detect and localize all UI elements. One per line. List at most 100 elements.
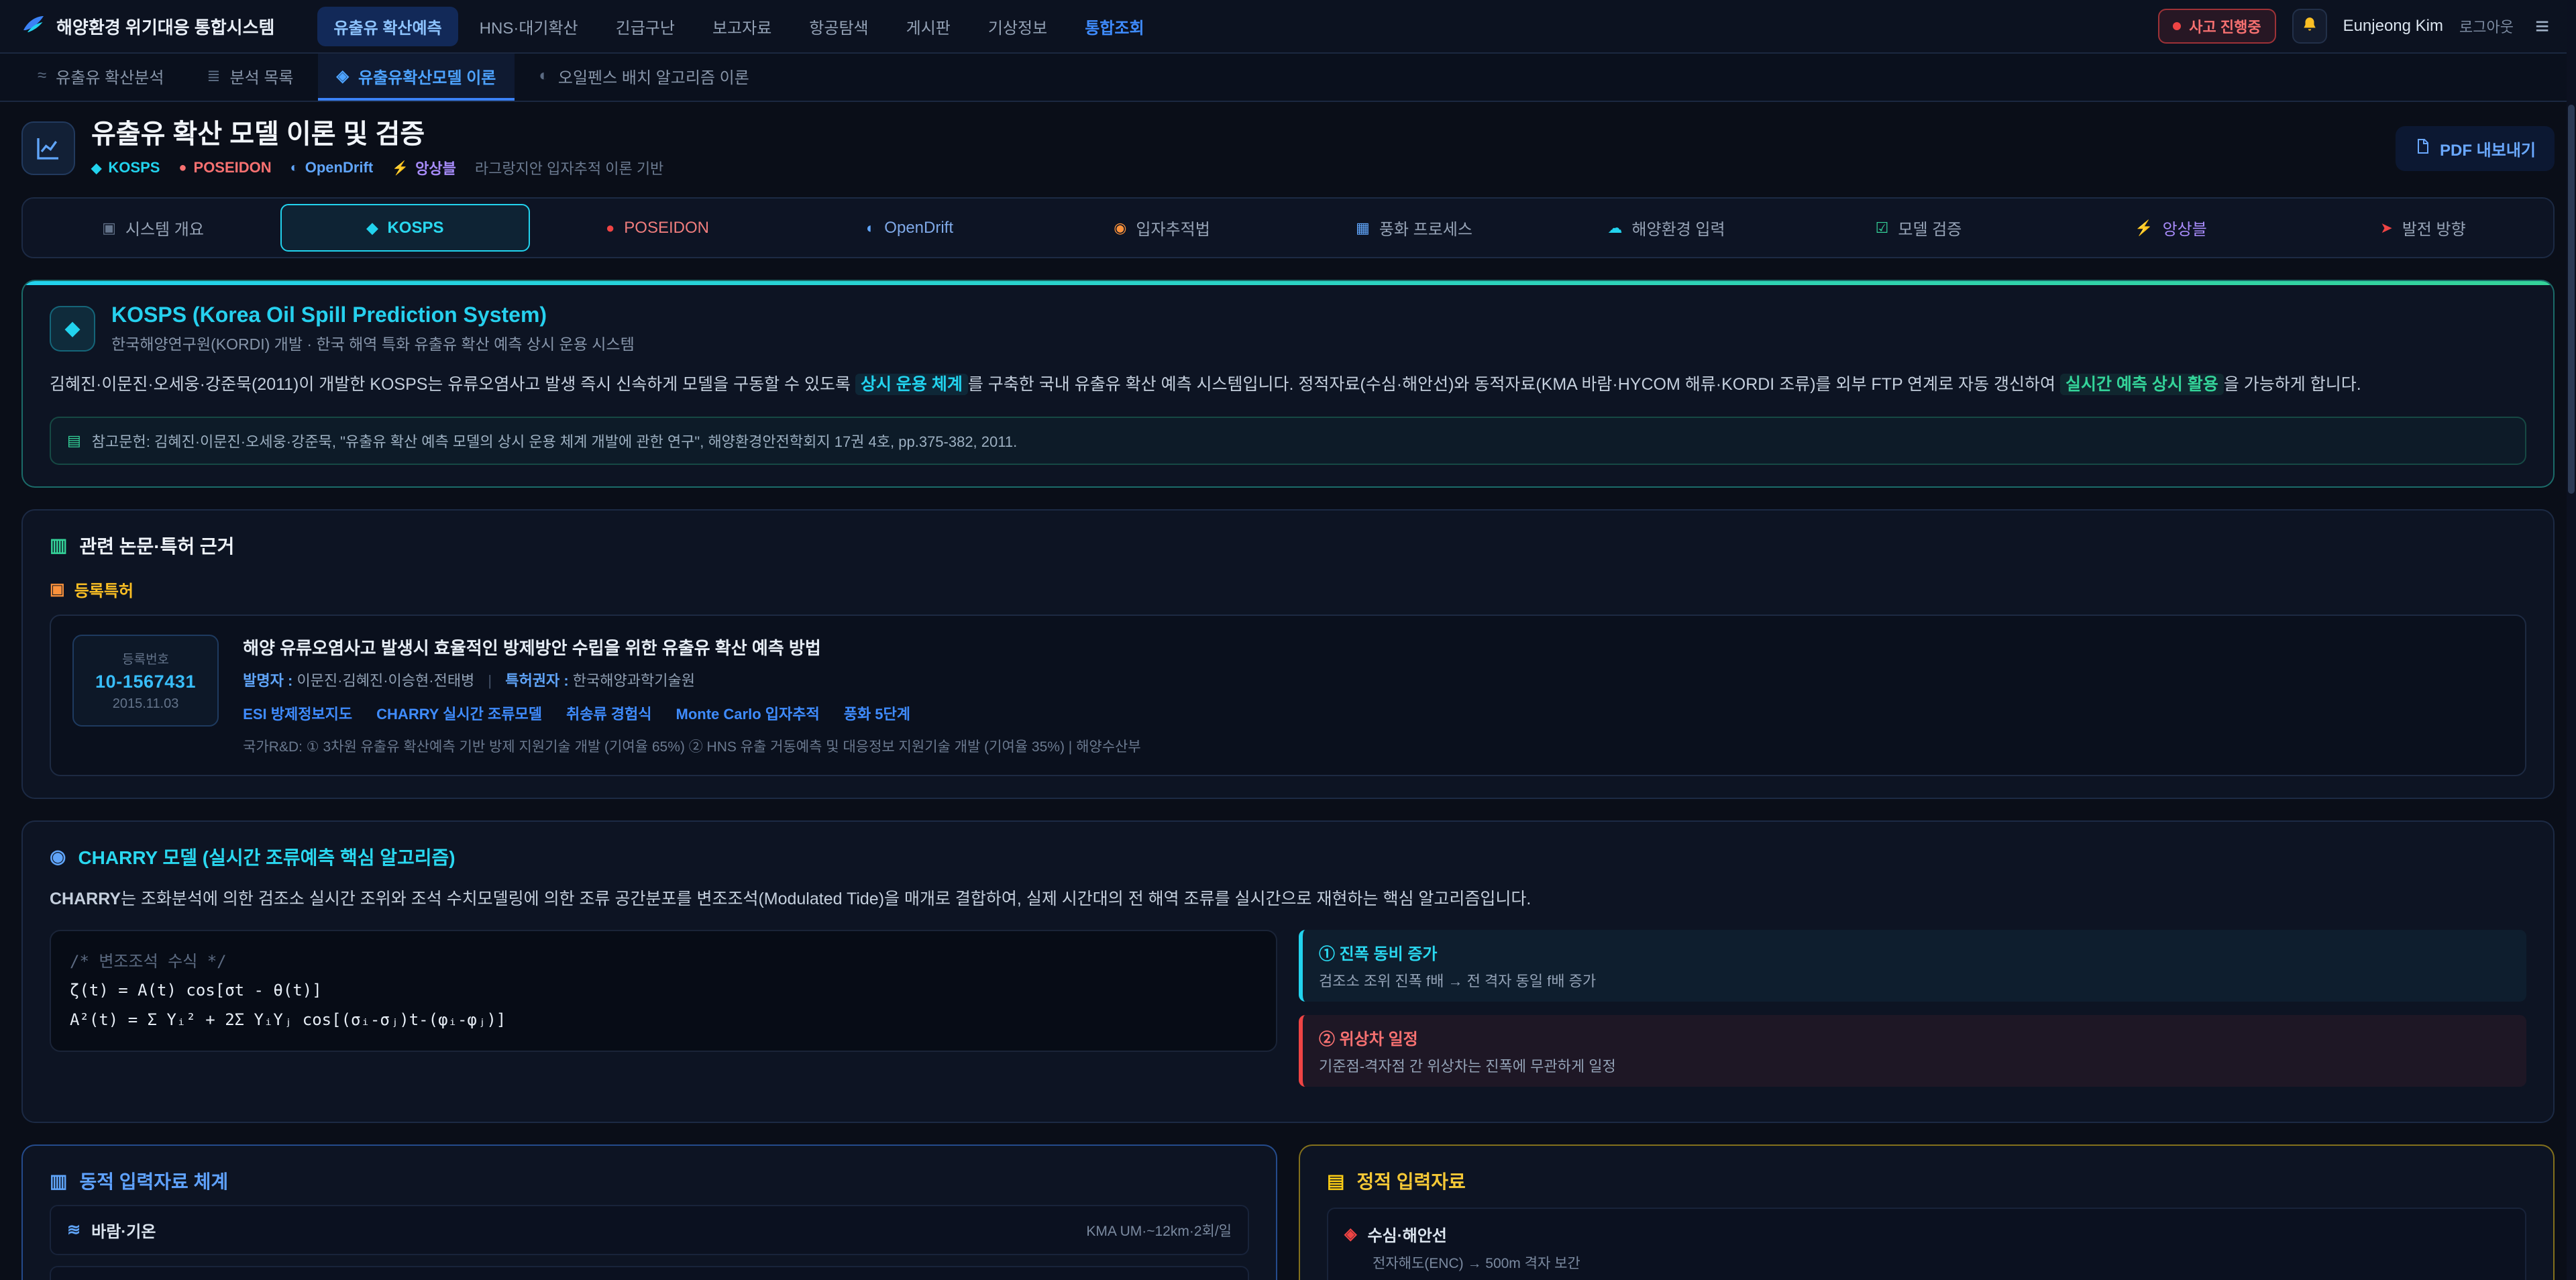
tag-monte-carlo[interactable]: Monte Carlo 입자추적 (676, 702, 820, 724)
subtab-model-theory[interactable]: ◈ 유출유확산모델 이론 (318, 54, 515, 101)
clipboard-icon: ▣ (50, 580, 65, 599)
page-chart-icon (21, 121, 75, 175)
subtab-bar: ≈ 유출유 확산분석 ≣ 분석 목록 ◈ 유출유확산모델 이론 ◐ 오일펜스 배… (0, 54, 2576, 102)
tag-esi-map[interactable]: ESI 방제정보지도 (243, 702, 352, 724)
charry-notes: ① 진폭 동비 증가 검조소 조위 진폭 f배 → 전 격자 동일 f배 증가 … (1299, 930, 2526, 1100)
subtab-oil-fence-algorithm[interactable]: ◐ 오일펜스 배치 알고리즘 이론 (520, 54, 767, 101)
subtab-analysis-list[interactable]: ≣ 분석 목록 (188, 54, 312, 101)
nav-item-emergency-rescue[interactable]: 긴급구난 (600, 7, 691, 46)
folder-icon: ▤ (1327, 1170, 1344, 1192)
lightning-icon: ⚡ (2135, 219, 2153, 237)
subtab-spill-analysis[interactable]: ≈ 유출유 확산분석 (19, 54, 182, 101)
nav-item-reports[interactable]: 보고자료 (696, 7, 788, 46)
charry-title: CHARRY 모델 (실시간 조류예측 핵심 알고리즘) (78, 843, 455, 870)
section-tab-ensemble[interactable]: ⚡앙상블 (2046, 204, 2296, 252)
reference-box: ▤ 참고문헌: 김혜진·이문진·오세웅·강준묵, "유출유 확산 예측 모델의 … (50, 417, 2526, 465)
page-title: 유출유 확산 모델 이론 및 검증 (91, 118, 663, 150)
logout-button[interactable]: 로그아웃 (2459, 15, 2514, 37)
static-row-bathymetry: ◈수심·해안선 전자해도(ENC) → 500m 격자 보간 (1327, 1208, 2526, 1280)
phase-note: ② 위상차 일정 기준점-격자점 간 위상차는 진폭에 무관하게 일정 (1299, 1015, 2526, 1087)
section-tab-future-direction[interactable]: ➤발전 방향 (2298, 204, 2548, 252)
pdf-export-button[interactable]: PDF 내보내기 (2396, 126, 2555, 171)
kosps-subtitle: 한국해양연구원(KORDI) 개발 · 한국 해역 특화 유출유 확산 예측 상… (111, 331, 635, 354)
input-row-wind: ≋바람·기온 KMA UM·~12km·2회/일 (50, 1205, 1249, 1255)
static-input-header: ▤ 정적 입력자료 (1327, 1167, 2526, 1194)
kosps-title: KOSPS (Korea Oil Spill Prediction System… (111, 303, 635, 327)
nav-item-board[interactable]: 게시판 (890, 7, 967, 46)
fence-shield-icon: ◐ (539, 66, 549, 85)
nav-item-weather[interactable]: 기상정보 (972, 7, 1063, 46)
monitor-icon: ▣ (102, 219, 116, 237)
page-title-block: 유출유 확산 모델 이론 및 검증 ◆KOSPS ●POSEIDON ◐Open… (91, 118, 663, 178)
books-icon: ▥ (50, 534, 67, 556)
section-tab-marine-env-input[interactable]: ☁해양환경 입력 (1542, 204, 1791, 252)
incident-dot-icon (2173, 22, 2181, 30)
opendrift-badge: ◐OpenDrift (290, 159, 374, 176)
tag-wdc-formula[interactable]: 취송류 경험식 (566, 702, 652, 724)
nav-item-aerial-search[interactable]: 항공탐색 (793, 7, 884, 46)
section-tab-poseidon[interactable]: ●POSEIDON (533, 204, 782, 252)
modulated-tide-formula-block: /* 변조조석 수식 */ ζ(t) = A(t) cos[σt - θ(t)]… (50, 930, 1277, 1052)
note-body: 기준점-격자점 간 위상차는 진폭에 무관하게 일정 (1319, 1055, 2510, 1076)
page-scrollbar-track[interactable] (2567, 0, 2576, 1280)
app-viewport: 해양환경 위기대응 통합시스템 유출유 확산예측 HNS·대기확산 긴급구난 보… (0, 0, 2576, 1280)
grid-icon: ▦ (1356, 219, 1370, 237)
charry-grid: /* 변조조석 수식 */ ζ(t) = A(t) cos[σt - θ(t)]… (50, 930, 2526, 1100)
book-icon: ▤ (67, 432, 81, 449)
static-row-value: 전자해도(ENC) → 500m 격자 보간 (1373, 1252, 2509, 1273)
chart-scatter-icon: ≈ (38, 66, 46, 85)
section-tab-model-validation[interactable]: ☑모델 검증 (1794, 204, 2043, 252)
section-tab-system-overview[interactable]: ▣시스템 개요 (28, 204, 278, 252)
gradient-top-line (23, 281, 2553, 285)
wing-logo-icon (21, 12, 46, 41)
bar-chart-icon: ▥ (50, 1170, 67, 1192)
formula-line-2: A²(t) = Σ Yᵢ² + 2Σ YᵢYⱼ cos[(σᵢ-σⱼ)t-(φᵢ… (70, 1006, 1257, 1034)
nav-item-hns-atmospheric[interactable]: HNS·대기확산 (464, 7, 594, 46)
patent-rnd-info: 국가R&D: ① 3차원 유출유 확산예측 기반 방제 지원기술 개발 (기여율… (243, 736, 1141, 756)
particle-icon: ◉ (1114, 219, 1126, 237)
notifications-button[interactable] (2292, 9, 2327, 44)
amplitude-note: ① 진폭 동비 증가 검조소 조위 진폭 f배 → 전 격자 동일 f배 증가 (1299, 930, 2526, 1002)
section-tab-weathering-process[interactable]: ▦풍화 프로세스 (1289, 204, 1539, 252)
tag-weathering-stages[interactable]: 풍화 5단계 (844, 702, 910, 724)
incident-status-badge[interactable]: 사고 진행중 (2158, 9, 2275, 44)
code-comment: /* 변조조석 수식 */ (70, 947, 1257, 976)
nav-item-integrated-search[interactable]: 통합조회 (1069, 7, 1160, 46)
circle-icon: ● (606, 219, 614, 237)
section-nav: ▣시스템 개요 ◆KOSPS ●POSEIDON ◐OpenDrift ◉입자추… (21, 197, 2555, 258)
tag-charry-model[interactable]: CHARRY 실시간 조류모델 (376, 702, 542, 724)
patent-card: 등록번호 10-1567431 2015.11.03 해양 유류오염사고 발생시… (50, 615, 2526, 776)
subtab-label: 유출유확산모델 이론 (358, 64, 496, 88)
ensemble-badge: ⚡앙상블 (392, 157, 456, 178)
section-tab-kosps[interactable]: ◆KOSPS (280, 204, 530, 252)
subtab-label: 오일펜스 배치 알고리즘 이론 (558, 64, 749, 88)
page-scrollbar-thumb[interactable] (2568, 105, 2575, 494)
page-subtitle: 라그랑지안 입자추적 이론 기반 (475, 157, 663, 178)
diamond-icon: ◆ (91, 160, 101, 176)
model-book-icon: ◈ (337, 66, 349, 86)
highlight-operation-system: 상시 운용 체계 (855, 374, 968, 395)
static-input-card: ▤ 정적 입력자료 ◈수심·해안선 전자해도(ENC) → 500m 격자 보간… (1299, 1144, 2555, 1280)
app-title: 해양환경 위기대응 통합시스템 (56, 14, 274, 39)
dynamic-input-card: ▥ 동적 입력자료 체계 ≋바람·기온 KMA UM·~12km·2회/일 ≈해… (21, 1144, 1277, 1280)
kosps-badge: ◆KOSPS (91, 159, 160, 176)
half-circle-icon: ◐ (290, 160, 299, 176)
patent-holder: 한국해양과학기술원 (573, 672, 695, 689)
kosps-section-card: ◆ KOSPS (Korea Oil Spill Prediction Syst… (21, 280, 2555, 488)
patent-tag-row: ESI 방제정보지도 CHARRY 실시간 조류모델 취송류 경험식 Monte… (243, 702, 1141, 724)
section-tab-particle-tracking[interactable]: ◉입자추적법 (1037, 204, 1287, 252)
registered-patent-label: ▣ 등록특허 (50, 578, 2526, 601)
formula-line-1: ζ(t) = A(t) cos[σt - θ(t)] (70, 976, 1257, 1005)
hamburger-menu-icon[interactable]: ≡ (2530, 11, 2555, 41)
input-data-columns: ▥ 동적 입력자료 체계 ≋바람·기온 KMA UM·~12km·2회/일 ≈해… (21, 1144, 2555, 1280)
cloud-icon: ☁ (1607, 219, 1622, 237)
section-tab-opendrift[interactable]: ◐OpenDrift (785, 204, 1034, 252)
patent-inventors: 이문진·김혜진·이승현·전태병 (297, 672, 474, 689)
kosps-diamond-icon: ◆ (50, 306, 95, 352)
registration-number-label: 등록번호 (95, 649, 196, 668)
registration-number: 10-1567431 (95, 672, 196, 692)
lightning-icon: ⚡ (392, 160, 409, 176)
patent-meta: 발명자 : 이문진·김혜진·이승현·전태병 | 특허권자 : 한국해양과학기술원 (243, 669, 1141, 690)
kosps-description: 김혜진·이문진·오세웅·강준묵(2011)이 개발한 KOSPS는 유류오염사고… (50, 370, 2526, 400)
nav-item-oil-spill-prediction[interactable]: 유출유 확산예측 (317, 7, 458, 46)
